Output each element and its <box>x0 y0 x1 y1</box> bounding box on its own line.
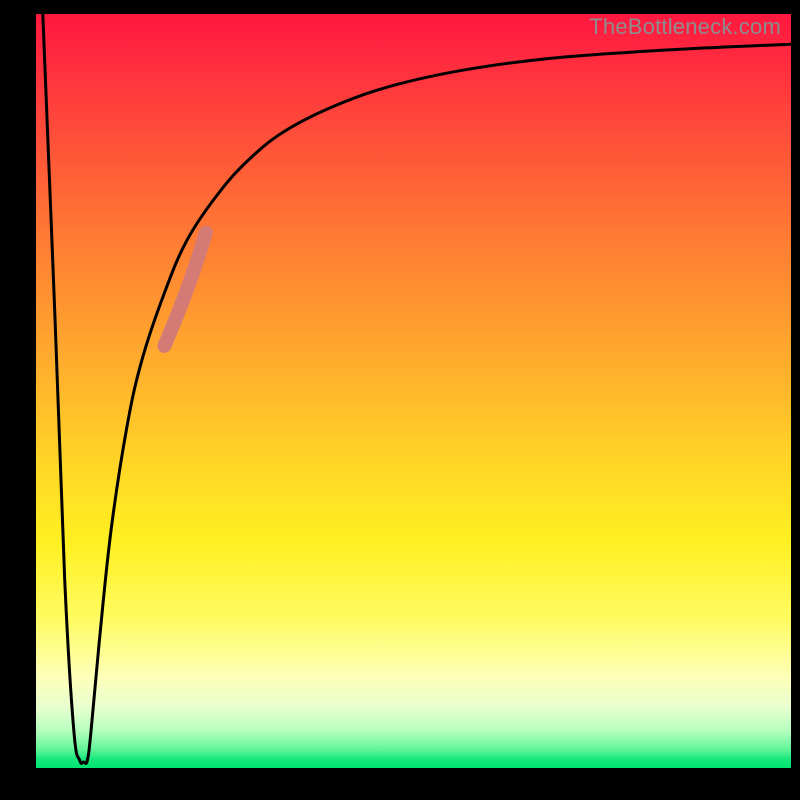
chart-frame: TheBottleneck.com <box>0 0 800 800</box>
curve-svg <box>36 14 791 768</box>
watermark-text: TheBottleneck.com <box>589 14 781 40</box>
plot-area: TheBottleneck.com <box>36 14 791 768</box>
highlight-segment <box>164 233 206 346</box>
bottleneck-curve <box>43 14 791 763</box>
